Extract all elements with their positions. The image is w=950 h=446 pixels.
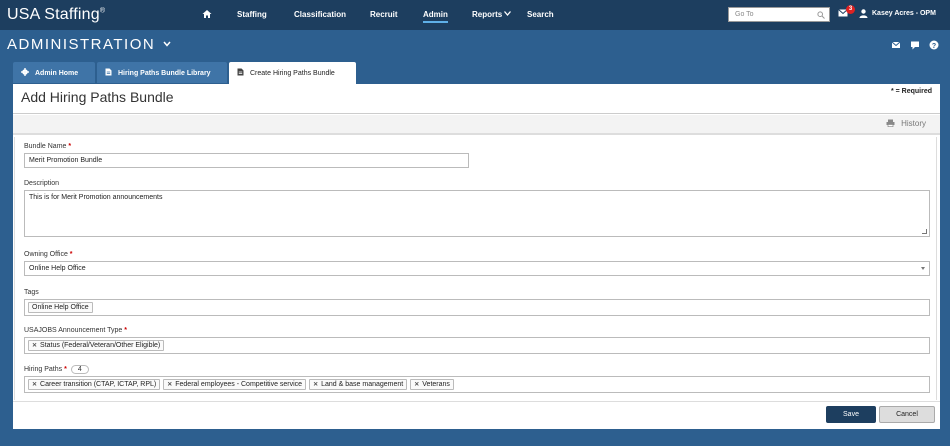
announcement-type-chip[interactable]: ✕ Status (Federal/Veteran/Other Eligible): [28, 340, 165, 351]
tags-input[interactable]: Online Help Office: [24, 299, 930, 316]
hiring-path-chip-label: Land & base management: [321, 381, 404, 388]
tab-admin-home-label: Admin Home: [35, 70, 79, 77]
mail-count-badge: 3: [846, 5, 855, 14]
required-marker: *: [68, 143, 72, 150]
hiring-path-chip-label: Veterans: [422, 381, 450, 388]
search-icon[interactable]: [817, 11, 825, 19]
bundle-name-value: Merit Promotion Bundle: [29, 157, 103, 164]
nav-staffing[interactable]: Staffing: [237, 10, 267, 19]
hiring-path-chip[interactable]: ✕ Land & base management: [309, 379, 408, 390]
remove-icon[interactable]: ✕: [414, 382, 419, 388]
document-icon: [105, 68, 112, 76]
user-icon: [859, 9, 868, 18]
history-label: History: [901, 119, 926, 128]
brand-logo[interactable]: USA Staffing®: [7, 6, 105, 24]
tags-label: Tags: [24, 289, 39, 296]
caret-down-icon: [921, 267, 925, 270]
required-marker: *: [64, 366, 67, 373]
nav-reports[interactable]: Reports: [472, 10, 512, 19]
tab-library-label: Hiring Paths Bundle Library: [118, 70, 211, 77]
section-header: ADMINISTRATION ?: [0, 30, 950, 60]
hiring-path-chip-label: Career transition (CTAP, ICTAP, RPL): [40, 381, 157, 388]
remove-icon[interactable]: ✕: [32, 343, 37, 349]
user-name[interactable]: Kasey Acres - OPM: [872, 10, 936, 17]
hiring-path-chip-label: Federal employees - Competitive service: [175, 381, 303, 388]
comment-icon[interactable]: [910, 40, 920, 50]
gear-icon: [21, 68, 29, 76]
print-icon: [886, 119, 895, 128]
hiring-paths-count-badge: 4: [70, 365, 89, 374]
announcement-type-label: USAJOBS Announcement Type *: [24, 327, 127, 334]
section-title[interactable]: ADMINISTRATION: [7, 36, 171, 53]
chevron-down-icon: [163, 41, 171, 47]
tab-hiring-paths-bundle-library[interactable]: Hiring Paths Bundle Library: [97, 62, 227, 83]
remove-icon[interactable]: ✕: [313, 382, 318, 388]
bundle-name-label: Bundle Name *: [24, 143, 71, 150]
hiring-paths-label-text: Hiring Paths: [24, 366, 63, 373]
chevron-down-icon: [504, 11, 512, 16]
description-label: Description: [24, 180, 60, 187]
hiring-path-chip[interactable]: ✕ Veterans: [410, 379, 454, 390]
hiring-paths-input[interactable]: ✕ Career transition (CTAP, ICTAP, RPL) ✕ Fe…: [24, 376, 930, 393]
save-button[interactable]: Save: [826, 406, 876, 423]
bundle-name-label-text: Bundle Name: [24, 143, 67, 150]
svg-text:?: ?: [932, 43, 936, 50]
goto-placeholder: Go To: [735, 11, 754, 18]
document-icon: [237, 68, 244, 76]
main-panel: Add Hiring Paths Bundle * = Required His…: [13, 84, 940, 429]
bundle-name-input[interactable]: Merit Promotion Bundle: [24, 153, 469, 168]
page-title: Add Hiring Paths Bundle: [21, 89, 174, 105]
required-marker: *: [69, 251, 73, 258]
required-marker: *: [124, 327, 128, 334]
hiring-path-chip[interactable]: ✕ Career transition (CTAP, ICTAP, RPL): [28, 379, 161, 390]
tag-chip[interactable]: Online Help Office: [28, 302, 93, 313]
nav-recruit[interactable]: Recruit: [370, 10, 398, 19]
tab-create-label: Create Hiring Paths Bundle: [250, 70, 335, 77]
tab-create-hiring-paths-bundle[interactable]: Create Hiring Paths Bundle: [229, 62, 356, 85]
owning-office-label: Owning Office *: [24, 251, 73, 258]
owning-office-label-text: Owning Office: [24, 251, 68, 258]
hiring-path-chip[interactable]: ✕ Federal employees - Competitive service: [163, 379, 307, 390]
owning-office-value: Online Help Office: [29, 265, 86, 272]
cancel-button[interactable]: Cancel: [879, 406, 935, 423]
history-button[interactable]: History: [886, 119, 926, 128]
announcement-type-chip-label: Status (Federal/Veteran/Other Eligible): [40, 342, 161, 349]
bundle-form: Bundle Name * Merit Promotion Bundle Des…: [14, 137, 937, 400]
history-bar: History: [13, 115, 940, 135]
form-footer: Save Cancel: [13, 401, 940, 429]
section-title-label: ADMINISTRATION: [7, 36, 156, 53]
announcement-type-label-text: USAJOBS Announcement Type: [24, 327, 123, 334]
panel-header: Add Hiring Paths Bundle * = Required: [13, 84, 940, 114]
nav-classification[interactable]: Classification: [294, 10, 346, 19]
nav-search[interactable]: Search: [527, 10, 554, 19]
description-textarea[interactable]: This is for Merit Promotion announcement…: [24, 190, 930, 237]
inbox-icon[interactable]: [891, 40, 901, 50]
home-icon[interactable]: [202, 9, 212, 19]
owning-office-select[interactable]: Online Help Office: [24, 261, 930, 276]
top-navbar: USA Staffing® Staffing Classification Re…: [0, 0, 950, 30]
remove-icon[interactable]: ✕: [32, 382, 37, 388]
goto-input[interactable]: Go To: [728, 7, 830, 22]
resize-handle[interactable]: [922, 229, 927, 234]
help-icon[interactable]: ?: [929, 40, 939, 50]
required-note: * = Required: [890, 88, 932, 95]
nav-admin[interactable]: Admin: [423, 10, 448, 23]
remove-icon[interactable]: ✕: [167, 382, 172, 388]
description-value: This is for Merit Promotion announcement…: [29, 194, 163, 201]
announcement-type-input[interactable]: ✕ Status (Federal/Veteran/Other Eligible): [24, 337, 930, 354]
hiring-paths-label: Hiring Paths * 4: [24, 365, 89, 374]
nav-reports-label: Reports: [472, 10, 503, 19]
tab-admin-home[interactable]: Admin Home: [13, 62, 95, 83]
